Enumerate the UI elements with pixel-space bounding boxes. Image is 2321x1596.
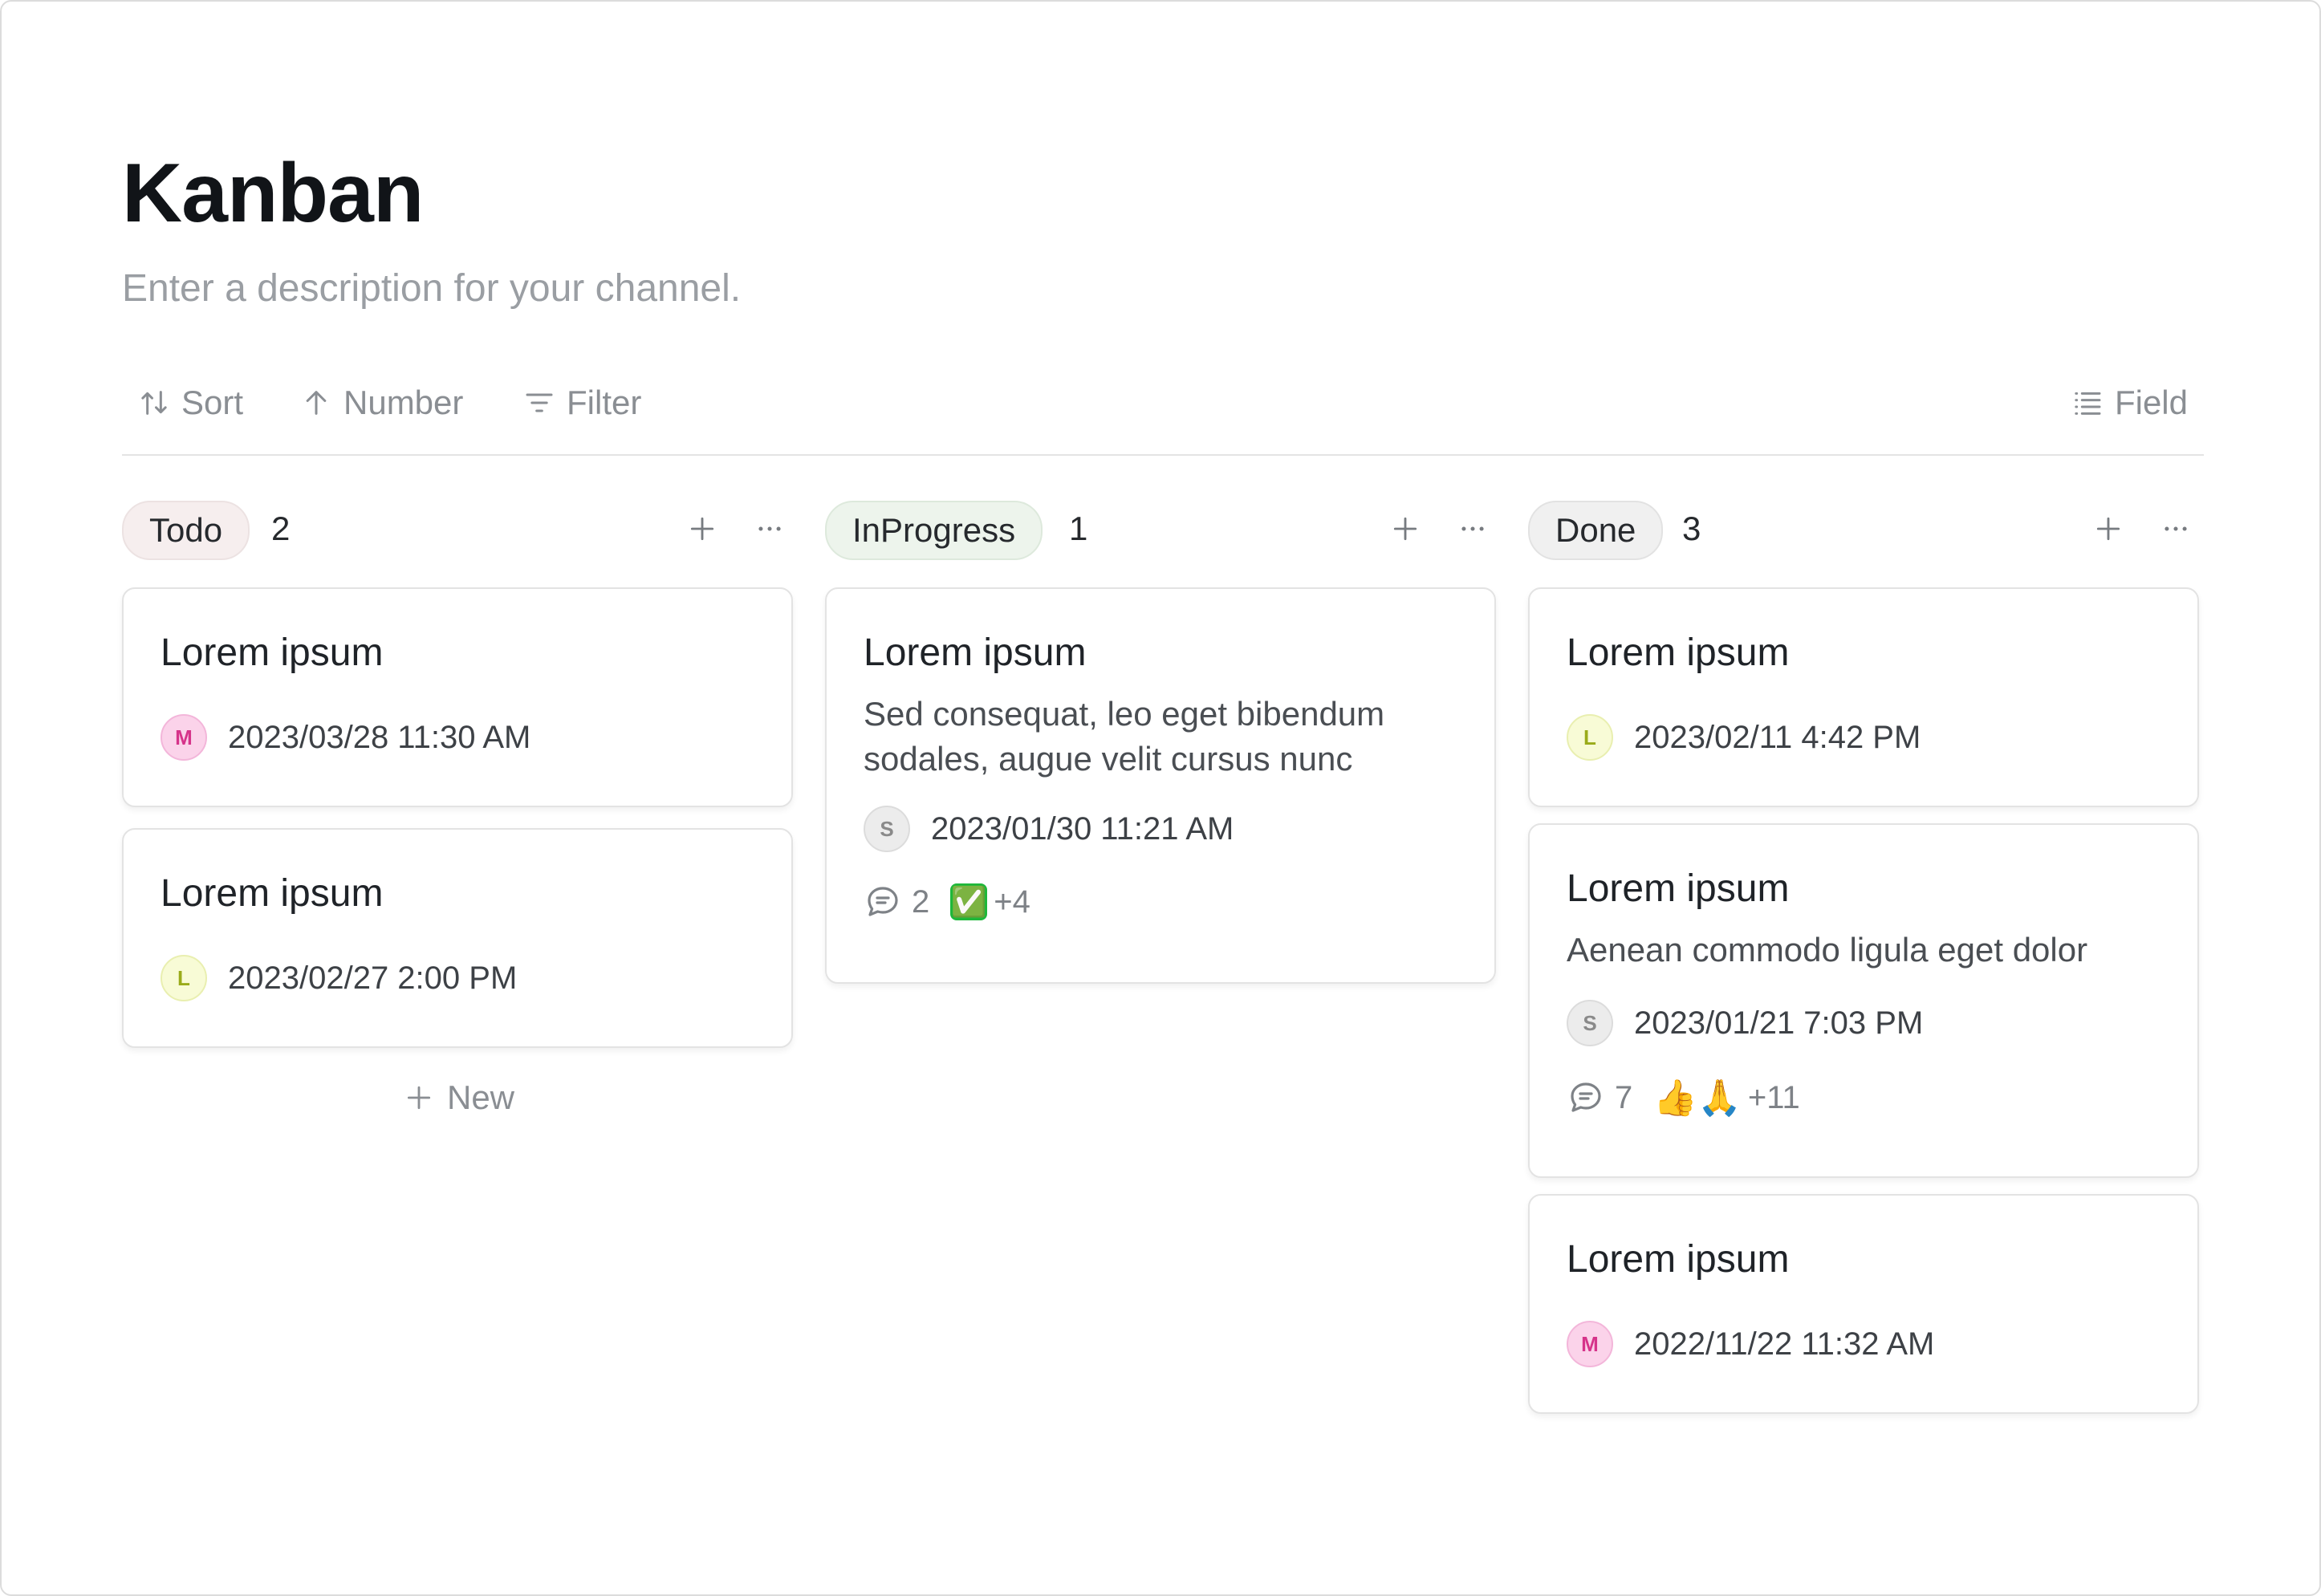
add-card-button[interactable] bbox=[1384, 507, 1427, 550]
status-pill-inprogress[interactable]: InProgress bbox=[825, 501, 1043, 560]
kanban-card[interactable]: Lorem ipsum Sed consequat, leo eget bibe… bbox=[825, 587, 1496, 984]
add-card-button[interactable] bbox=[2087, 507, 2130, 550]
comment-icon[interactable] bbox=[1567, 1078, 1605, 1117]
new-card-label: New bbox=[446, 1078, 515, 1116]
more-horizontal-icon bbox=[758, 526, 781, 531]
card-reactions: 7 👍🙏 +11 bbox=[1567, 1077, 1800, 1119]
avatar: L bbox=[161, 955, 207, 1001]
filter-button[interactable]: Filter bbox=[523, 384, 641, 422]
view-toolbar: Sort Number Filter Field bbox=[122, 379, 2204, 456]
card-reactions: 2 ✅ +4 bbox=[864, 883, 1030, 921]
kanban-window: Kanban Enter a description for your chan… bbox=[0, 0, 2321, 1596]
column-header: Todo 2 bbox=[122, 501, 796, 560]
arrow-up-icon bbox=[306, 391, 327, 415]
reaction-more-count[interactable]: +4 bbox=[994, 884, 1030, 920]
channel-description[interactable]: Enter a description for your channel. bbox=[122, 266, 741, 311]
sort-button[interactable]: Sort bbox=[138, 384, 243, 422]
card-date: 2023/03/28 11:30 AM bbox=[228, 719, 531, 755]
card-date: 2023/01/30 11:21 AM bbox=[931, 810, 1234, 847]
plus-icon bbox=[2096, 517, 2120, 541]
card-date: 2022/11/22 11:32 AM bbox=[1634, 1326, 1935, 1362]
plus-icon bbox=[407, 1086, 431, 1110]
card-title: Lorem ipsum bbox=[1567, 867, 1790, 910]
plus-icon bbox=[1393, 517, 1417, 541]
card-meta: S 2023/01/30 11:21 AM bbox=[864, 806, 1234, 852]
card-title: Lorem ipsum bbox=[1567, 1238, 1790, 1281]
card-meta: S 2023/01/21 7:03 PM bbox=[1567, 1000, 1923, 1046]
card-date: 2023/02/11 4:42 PM bbox=[1634, 719, 1921, 755]
column-header: InProgress 1 bbox=[825, 501, 1499, 560]
column-inprogress: InProgress 1 Lorem ipsum Sed consequat, … bbox=[825, 501, 1499, 984]
more-horizontal-icon bbox=[2165, 526, 2187, 531]
avatar: M bbox=[161, 714, 207, 761]
column-header: Done 3 bbox=[1528, 501, 2202, 560]
sort-icon bbox=[141, 391, 167, 415]
card-description: Aenean commodo ligula eget dolor bbox=[1567, 931, 2088, 969]
field-label: Field bbox=[2114, 384, 2188, 421]
add-card-button[interactable] bbox=[681, 507, 724, 550]
avatar: S bbox=[864, 806, 910, 852]
column-more-button[interactable] bbox=[2154, 507, 2197, 550]
card-meta: M 2023/03/28 11:30 AM bbox=[161, 714, 530, 761]
kanban-card[interactable]: Lorem ipsum M 2023/03/28 11:30 AM bbox=[122, 587, 793, 807]
number-sort-button[interactable]: Number bbox=[300, 384, 463, 422]
filter-icon bbox=[526, 393, 553, 412]
list-icon bbox=[2075, 392, 2101, 415]
comment-icon[interactable] bbox=[864, 883, 902, 921]
card-meta: M 2022/11/22 11:32 AM bbox=[1567, 1321, 1934, 1367]
column-count: 3 bbox=[1682, 510, 1701, 547]
avatar: M bbox=[1567, 1321, 1613, 1367]
number-label: Number bbox=[343, 384, 464, 421]
card-meta: L 2023/02/11 4:42 PM bbox=[1567, 714, 1921, 761]
sort-label: Sort bbox=[181, 384, 244, 421]
new-card-button[interactable]: New bbox=[122, 1078, 796, 1117]
card-title: Lorem ipsum bbox=[864, 631, 1087, 674]
card-description: Sed consequat, leo eget bibendum sodales… bbox=[864, 695, 1385, 778]
reaction-more-count[interactable]: +11 bbox=[1748, 1080, 1800, 1116]
check-reaction-icon[interactable]: ✅ bbox=[950, 883, 988, 920]
plus-icon bbox=[690, 517, 714, 541]
card-date: 2023/02/27 2:00 PM bbox=[228, 960, 518, 996]
filter-label: Filter bbox=[567, 384, 642, 421]
card-meta: L 2023/02/27 2:00 PM bbox=[161, 955, 517, 1001]
kanban-card[interactable]: Lorem ipsum L 2023/02/27 2:00 PM bbox=[122, 828, 793, 1048]
card-date: 2023/01/21 7:03 PM bbox=[1634, 1005, 1924, 1041]
kanban-card[interactable]: Lorem ipsum Aenean commodo ligula eget d… bbox=[1528, 823, 2199, 1178]
column-todo: Todo 2 Lorem ipsum M 2023/03/28 11:30 AM… bbox=[122, 501, 796, 1116]
column-more-button[interactable] bbox=[748, 507, 791, 550]
column-more-button[interactable] bbox=[1451, 507, 1494, 550]
column-count: 2 bbox=[271, 510, 291, 547]
avatar: S bbox=[1567, 1000, 1613, 1046]
kanban-card[interactable]: Lorem ipsum M 2022/11/22 11:32 AM bbox=[1528, 1194, 2199, 1414]
column-count: 1 bbox=[1069, 510, 1088, 547]
card-title: Lorem ipsum bbox=[161, 631, 384, 674]
comment-count: 7 bbox=[1615, 1079, 1633, 1115]
page-title: Kanban bbox=[122, 147, 424, 240]
status-pill-done[interactable]: Done bbox=[1528, 501, 1664, 560]
thumbs-up-pray-reaction-icon[interactable]: 👍🙏 bbox=[1653, 1077, 1742, 1119]
kanban-card[interactable]: Lorem ipsum L 2023/02/11 4:42 PM bbox=[1528, 587, 2199, 807]
avatar: L bbox=[1567, 714, 1613, 761]
card-title: Lorem ipsum bbox=[161, 872, 384, 915]
status-pill-todo[interactable]: Todo bbox=[122, 501, 250, 560]
more-horizontal-icon bbox=[1461, 526, 1484, 531]
card-title: Lorem ipsum bbox=[1567, 631, 1790, 674]
comment-count: 2 bbox=[912, 883, 930, 920]
field-button[interactable]: Field bbox=[2071, 384, 2188, 422]
column-done: Done 3 Lorem ipsum L 2023/02/11 4:42 PM … bbox=[1528, 501, 2202, 1414]
